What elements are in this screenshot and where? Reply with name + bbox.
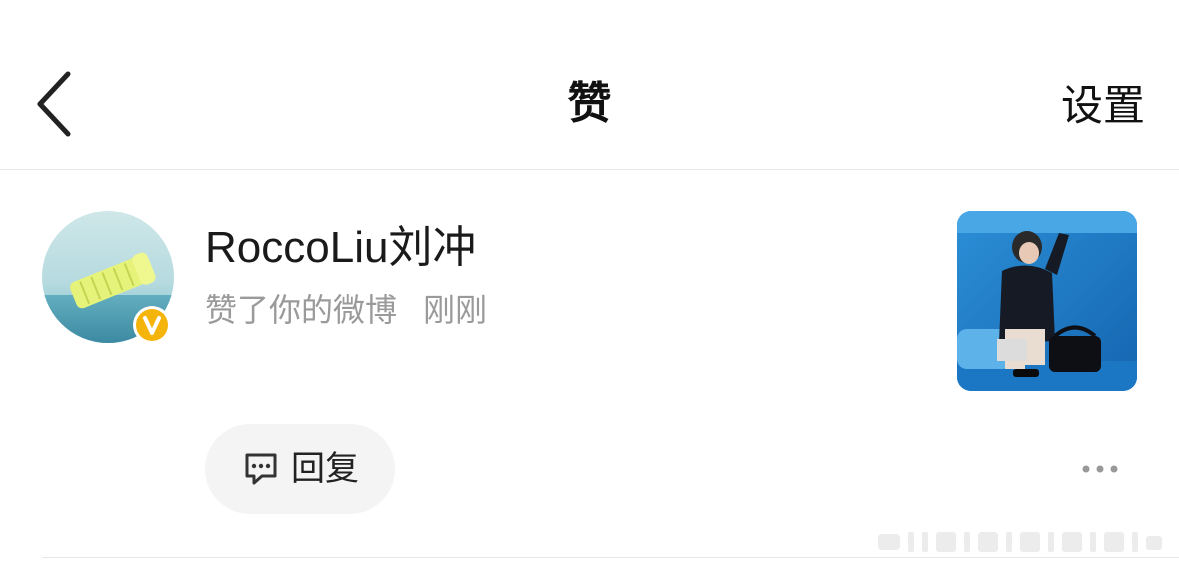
chevron-left-icon [37,71,71,137]
post-thumbnail[interactable] [957,211,1137,391]
comment-bubble-icon [245,453,277,485]
verified-v-icon [133,306,171,344]
row-divider [42,557,1179,558]
more-dots-icon [1082,465,1118,473]
top-nav-bar: 赞 设置 [0,0,1179,170]
watermark-mark [878,532,1162,552]
post-photo [957,211,1137,391]
reply-label: 回复 [291,449,359,489]
reply-button[interactable]: 回复 [205,424,395,514]
back-button[interactable] [30,68,80,140]
settings-button[interactable]: 设置 [1061,74,1145,138]
action-text: 赞了你的微博 [205,291,398,329]
notification-subline: 赞了你的微博 刚刚 [205,288,487,332]
header-divider [0,169,1179,170]
likes-notification-page: 赞 设置 RoccoLiu刘冲 赞了你的微博 刚刚 回复 [0,0,1179,570]
more-options-button[interactable] [1080,456,1120,482]
timestamp: 刚刚 [423,291,488,329]
page-title: 赞 [567,78,612,129]
username-link[interactable]: RoccoLiu刘冲 [205,220,476,276]
